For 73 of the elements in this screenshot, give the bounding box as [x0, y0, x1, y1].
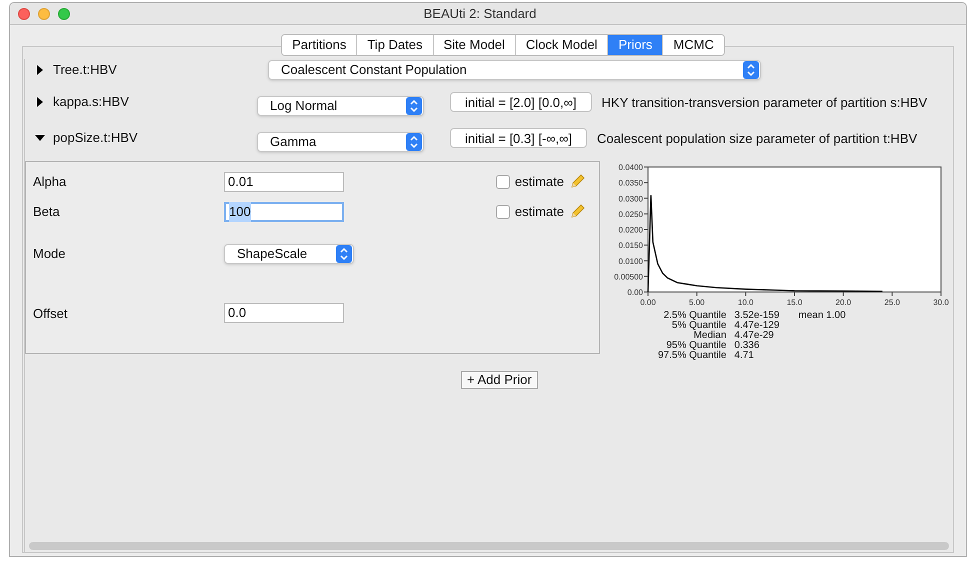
x-tick-label: 0.00 — [640, 298, 656, 307]
y-tick-label: 0.00 — [627, 288, 644, 297]
tab[interactable]: Priors — [607, 35, 662, 55]
x-tick-label: 15.0 — [786, 298, 803, 307]
quantile-label: 95% Quantile — [666, 341, 726, 351]
prior-description: HKY transition-transversion parameter of partition s:HBV — [602, 94, 928, 112]
dropdown-value: Gamma — [270, 133, 316, 152]
stepper-icon — [406, 97, 422, 115]
mean-value: mean 1.00 — [798, 311, 846, 323]
x-tick-label: 20.0 — [836, 298, 852, 307]
collapsed-triangle-icon[interactable] — [35, 97, 45, 107]
input-field[interactable]: 100 — [224, 202, 344, 222]
stepper-icon — [336, 245, 352, 263]
field-value: 100 — [229, 202, 251, 222]
add-prior-button[interactable]: + Add Prior — [461, 371, 538, 389]
pencil-icon[interactable] — [569, 204, 585, 220]
quantile-value: 4.47e-29 — [734, 331, 775, 341]
tab[interactable]: MCMC — [662, 35, 724, 55]
pencil-icon[interactable] — [569, 174, 585, 190]
stepper-icon — [406, 133, 422, 151]
y-tick-label: 0.0300 — [618, 194, 644, 204]
dropdown[interactable]: Log Normal — [257, 96, 424, 116]
dropdown[interactable]: Gamma — [257, 132, 424, 152]
prior-name[interactable]: kappa.s:HBV — [53, 92, 129, 112]
dropdown[interactable]: Coalescent Constant Population — [268, 60, 761, 80]
initial-value-button[interactable]: initial = [2.0] [0.0,∞] — [450, 92, 592, 112]
prior-description: Coalescent population size parameter of partition t:HBV — [597, 130, 918, 148]
dropdown-value: Coalescent Constant Population — [281, 61, 467, 80]
y-tick-label: 0.0100 — [618, 256, 644, 266]
y-tick-label: 0.0400 — [618, 163, 644, 172]
initial-value-button[interactable]: initial = [0.3] [-∞,∞] — [450, 128, 588, 148]
x-tick-label: 10.0 — [738, 298, 754, 307]
window-title: BEAUti 2: Standard — [424, 4, 536, 23]
y-tick-label: 0.0150 — [618, 241, 644, 250]
y-tick-label: 0.0350 — [618, 178, 644, 188]
prior-name[interactable]: popSize.t:HBV — [53, 128, 138, 148]
quantile-label: Median — [694, 331, 726, 341]
quantile-label: 2.5% Quantile — [664, 311, 726, 321]
quantile-label: 5% Quantile — [672, 321, 726, 331]
zoom-button[interactable] — [58, 8, 70, 20]
input-field[interactable]: 0.01 — [224, 172, 344, 192]
parameter-label: Beta — [33, 203, 61, 222]
dropdown[interactable]: ShapeScale — [224, 244, 354, 264]
x-tick-label: 25.0 — [884, 298, 900, 307]
y-tick-label: 0.0200 — [618, 226, 644, 234]
field-value: 0.0 — [228, 304, 246, 322]
quantile-value: 3.52e-159 — [734, 311, 780, 321]
checkbox-label: estimate — [514, 203, 564, 222]
y-tick-label: 0.00500 — [614, 272, 644, 282]
quantile-value: 4.47e-129 — [734, 321, 780, 331]
parameter-label: Alpha — [33, 173, 68, 192]
x-tick-label: 5.00 — [689, 298, 706, 307]
field-value: 0.01 — [228, 173, 254, 192]
checkbox[interactable] — [496, 205, 510, 219]
checkbox[interactable] — [496, 175, 510, 189]
collapsed-triangle-icon[interactable] — [35, 65, 45, 75]
parameter-label: Mode — [33, 245, 67, 264]
y-tick-label: 0.0250 — [618, 210, 644, 219]
quantile-value: 4.71 — [734, 351, 755, 361]
input-field[interactable]: 0.0 — [224, 303, 344, 323]
quantile-value: 0.336 — [734, 341, 760, 351]
close-button[interactable] — [18, 8, 30, 20]
scrollbar[interactable] — [29, 542, 949, 550]
prior-name[interactable]: Tree.t:HBV — [53, 60, 117, 80]
quantile-label: 97.5% Quantile — [658, 351, 726, 361]
x-tick-label: 30.0 — [933, 298, 950, 307]
stepper-icon — [743, 61, 759, 79]
parameter-label: Offset — [33, 304, 68, 322]
expanded-triangle-icon[interactable] — [35, 133, 45, 143]
dropdown-value: Log Normal — [270, 97, 338, 116]
checkbox-label: estimate — [514, 173, 564, 192]
dropdown-value: ShapeScale — [237, 245, 308, 264]
minimize-button[interactable] — [38, 8, 50, 20]
